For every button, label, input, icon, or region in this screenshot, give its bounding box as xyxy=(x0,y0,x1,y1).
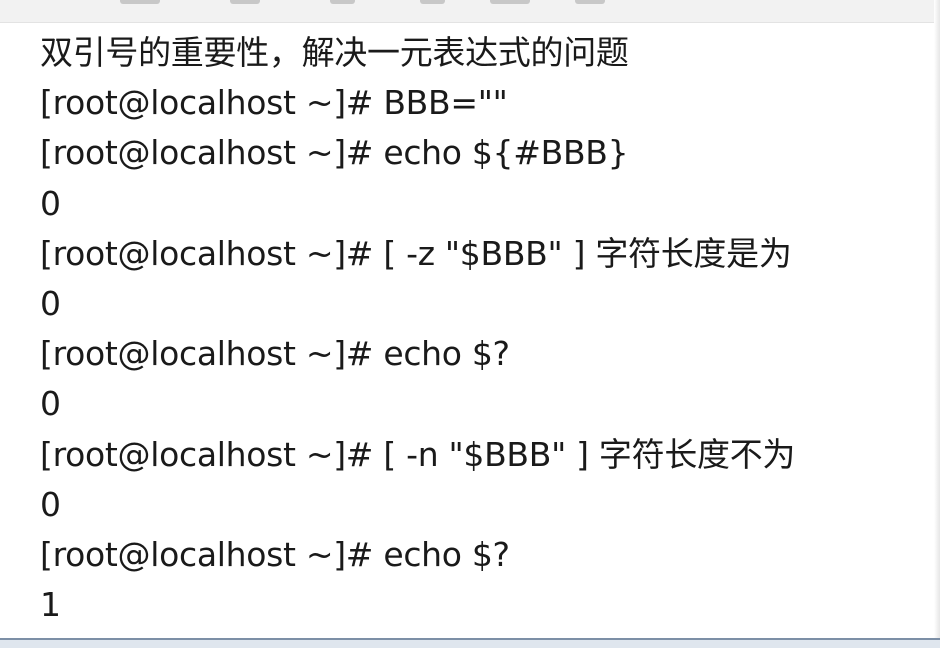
toolbar-fragment xyxy=(420,0,445,4)
toolbar-fragment xyxy=(575,0,605,4)
top-toolbar-strip xyxy=(0,0,940,23)
note-content: 双引号的重要性，解决一元表达式的问题 [root@localhost ~]# B… xyxy=(40,28,920,630)
terminal-line: [root@localhost ~]# echo $? xyxy=(40,334,510,374)
toolbar-fragment xyxy=(330,0,355,4)
terminal-output: 0 xyxy=(40,283,61,323)
terminal-line: [root@localhost ~]# [ -n "$BBB" ] 字符长度不为 xyxy=(40,434,796,474)
terminal-output: 0 xyxy=(40,384,61,424)
bottom-scroll-edge xyxy=(0,638,940,648)
terminal-output: 0 xyxy=(40,484,61,524)
terminal-line: [root@localhost ~]# BBB="" xyxy=(40,83,508,123)
note-heading: 双引号的重要性，解决一元表达式的问题 xyxy=(40,33,629,72)
terminal-line: [root@localhost ~]# [ -z "$BBB" ] 字符长度是为 xyxy=(40,233,792,273)
window-edge xyxy=(934,0,940,640)
terminal-line: [root@localhost ~]# echo $? xyxy=(40,534,510,574)
terminal-line: [root@localhost ~]# echo ${#BBB} xyxy=(40,133,629,173)
toolbar-fragment xyxy=(120,0,160,4)
toolbar-fragment xyxy=(490,0,530,4)
terminal-output: 1 xyxy=(40,585,61,625)
terminal-output: 0 xyxy=(40,183,61,223)
toolbar-fragment xyxy=(230,0,260,4)
